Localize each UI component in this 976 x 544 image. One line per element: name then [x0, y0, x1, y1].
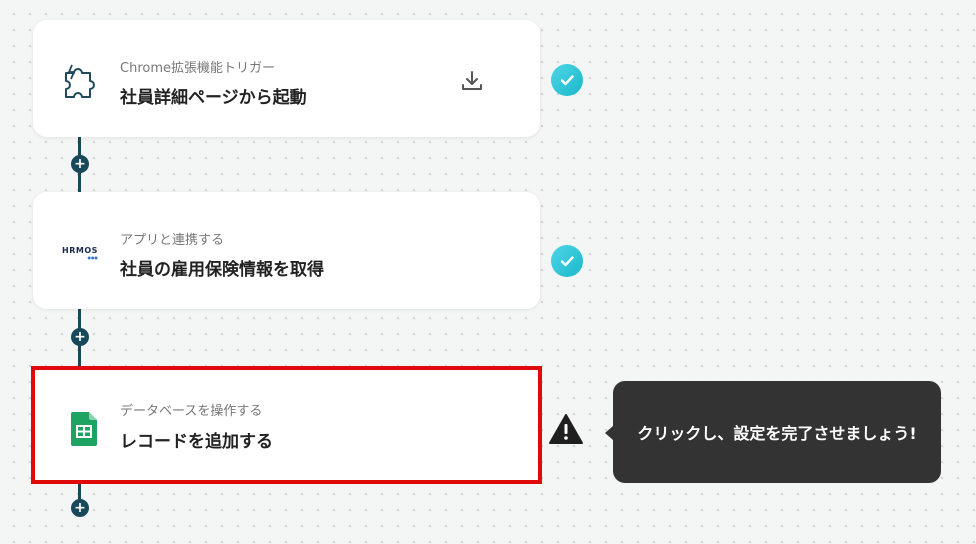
flow-step-add-record[interactable]: データベースを操作する レコードを追加する	[31, 366, 542, 484]
add-step-button[interactable]: +	[71, 155, 89, 173]
hrmos-logo: HRMOS ●●●	[62, 245, 98, 260]
warning-icon	[548, 413, 584, 445]
step-complete-check-icon	[551, 245, 583, 277]
add-step-button[interactable]: +	[71, 328, 89, 346]
chrome-extension-puzzle-icon	[59, 60, 101, 102]
google-sheets-icon	[63, 408, 105, 450]
step-title: レコードを追加する	[120, 432, 273, 452]
step-title: 社員詳細ページから起動	[120, 88, 307, 108]
setup-hint-tooltip: クリックし、設定を完了させましょう!	[605, 381, 941, 483]
step-subtitle: データベースを操作する	[120, 404, 263, 419]
add-step-button[interactable]: +	[71, 499, 89, 517]
step-subtitle: アプリと連携する	[120, 233, 225, 248]
flow-step-chrome-trigger[interactable]: Chrome拡張機能トリガー 社員詳細ページから起動	[33, 20, 540, 137]
step-title: 社員の雇用保険情報を取得	[120, 260, 324, 280]
flow-step-hrmos[interactable]: HRMOS ●●● アプリと連携する 社員の雇用保険情報を取得	[33, 192, 540, 309]
tooltip-text: クリックし、設定を完了させましょう!	[637, 424, 917, 443]
download-icon[interactable]	[459, 68, 485, 94]
step-complete-check-icon	[551, 64, 583, 96]
step-subtitle: Chrome拡張機能トリガー	[120, 61, 275, 76]
